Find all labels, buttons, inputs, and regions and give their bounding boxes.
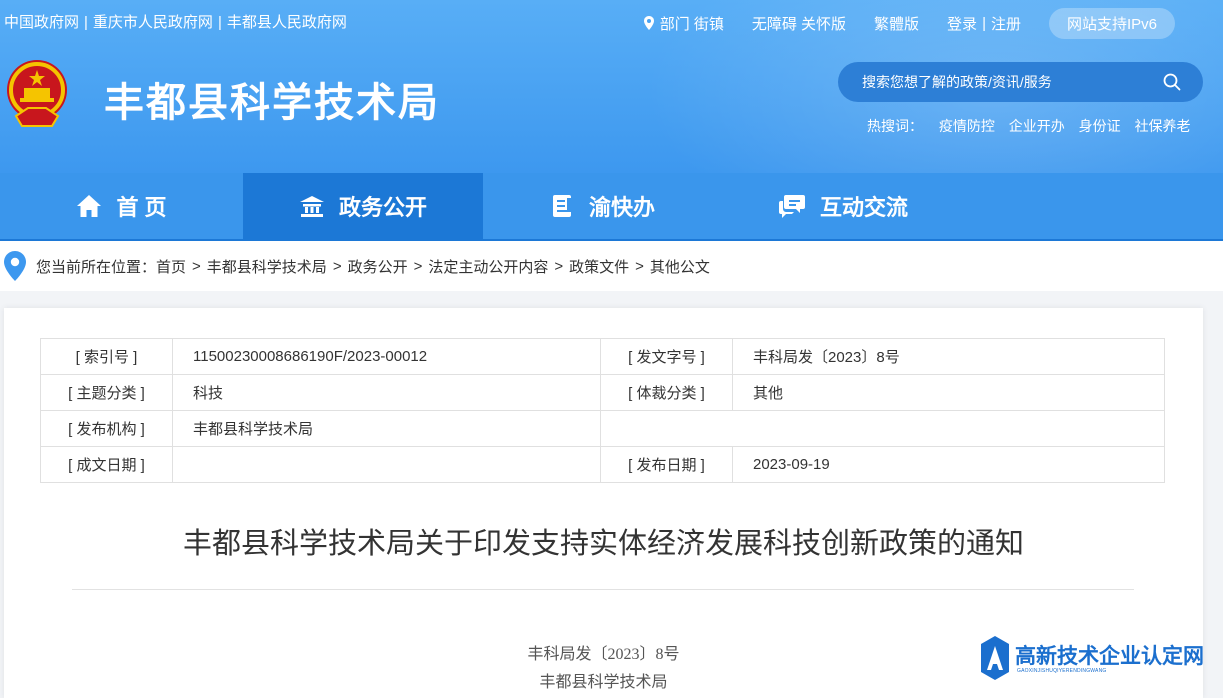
breadcrumb-item[interactable]: 政策文件 [569,256,629,277]
register-link[interactable]: 注册 [991,13,1021,34]
breadcrumb-item[interactable]: 首页 [156,256,186,277]
link-separator: | [84,14,88,31]
chat-icon [778,195,805,218]
breadcrumb-separator: > [554,257,564,275]
document-title: 丰都县科学技术局关于印发支持实体经济发展科技创新政策的通知 [182,526,1024,560]
genre-value: 其他 [732,374,1165,411]
link-separator: | [217,14,222,31]
table-row: [ 发布机构 ] 丰都县科学技术局 [40,410,1165,447]
ipv6-badge: 网站支持IPv6 [1048,7,1175,39]
breadcrumb-separator: > [413,257,423,275]
breadcrumb-separator: > [635,257,644,275]
empty-cell [600,410,1165,447]
publish-date-label: [ 发布日期 ] [600,446,733,483]
topic-label: [ 主题分类 ] [40,374,173,411]
table-row: [ 成文日期 ] [ 发布日期 ] 2023-09-19 [40,446,1165,483]
hot-search-label: 热搜词： [867,118,923,134]
created-date-value [172,446,601,483]
link-fengdu-gov[interactable]: 丰都县人民政府网 [227,14,347,31]
watermark: 高新技术企业认定网 GAOXINJISHUQIYERENDINGWANG [975,632,1223,683]
location-pin-icon [4,251,26,281]
national-emblem-icon [7,60,67,127]
publish-date-value: 2023-09-19 [732,446,1165,483]
genre-label: [ 体裁分类 ] [600,374,733,411]
nav-home-label: 首 页 [116,195,167,220]
site-title: 丰都县科学技术局 [104,80,440,126]
nav-yukuaiban[interactable]: 渝快办 [483,173,723,239]
link-gov-cn[interactable]: 中国政府网 [4,14,79,31]
document-metadata-table: [ 索引号 ] 11500230008686190F/2023-00012 [ … [40,338,1165,483]
hot-search-item[interactable]: 社保养老 [1135,118,1191,134]
nav-yukuaiban-label: 渝快办 [588,195,655,220]
table-row: [ 索引号 ] 11500230008686190F/2023-00012 [ … [40,338,1165,375]
dept-street-label: 部门 街镇 [659,15,724,33]
hot-search-item[interactable]: 企业开办 [1009,118,1065,134]
publisher-label: [ 发布机构 ] [40,410,173,447]
nav-interaction[interactable]: 互动交流 [723,173,963,239]
traditional-chinese-link[interactable]: 繁體版 [874,13,919,34]
link-chongqing-gov[interactable]: 重庆市人民政府网 [93,14,213,31]
accessible-link[interactable]: 无障碍 关怀版 [752,13,846,34]
title-divider [72,589,1134,590]
docno-value: 丰科局发〔2023〕8号 [732,338,1165,375]
created-date-label: [ 成文日期 ] [40,446,173,483]
main-nav: 首 页 政务公开 渝快办 互动交流 [0,173,1223,239]
watermark-text: 高新技术企业认定网 [1015,644,1204,668]
watermark-subtext: GAOXINJISHUQIYERENDINGWANG [1017,668,1107,674]
login-register: 登录 | 注册 [947,13,1021,34]
breadcrumb-prefix: 您当前所在位置： [36,258,157,276]
docno-label: [ 发文字号 ] [600,338,733,375]
nav-gov-affairs[interactable]: 政务公开 [243,173,483,239]
document-icon [552,195,573,217]
breadcrumb-separator: > [192,257,201,275]
topic-value: 科技 [172,374,601,411]
breadcrumb: 您当前所在位置： 首页 > 丰都县科学技术局 > 政务公开 > 法定主动公开内容… [0,241,1223,291]
search-box [838,62,1203,102]
home-icon [77,195,102,217]
search-input[interactable] [860,73,1163,91]
dept-street-link[interactable]: 部门 街镇 [643,13,724,34]
watermark-logo-icon [981,636,1009,680]
top-right-links: 部门 街镇 无障碍 关怀版 繁體版 登录 | 注册 网站支持IPv6 [616,7,1223,39]
top-links: 中国政府网 | 重庆市人民政府网 | 丰都县人民政府网 [4,11,347,32]
breadcrumb-item[interactable]: 丰都县科学技术局 [207,256,327,277]
login-link[interactable]: 登录 [947,13,977,34]
breadcrumb-item[interactable]: 其他公文 [650,256,710,277]
building-icon [299,196,324,217]
nav-home[interactable]: 首 页 [0,173,243,239]
table-row: [ 主题分类 ] 科技 [ 体裁分类 ] 其他 [40,374,1165,411]
hot-search: 热搜词： 疫情防控 企业开办 身份证 社保养老 [867,116,1201,136]
breadcrumb-item[interactable]: 政务公开 [348,256,408,277]
nav-gov-affairs-label: 政务公开 [338,195,427,220]
login-separator: | [982,14,986,32]
index-value: 11500230008686190F/2023-00012 [172,338,601,375]
location-pin-icon [643,16,654,30]
breadcrumb-item[interactable]: 法定主动公开内容 [428,256,548,277]
breadcrumb-separator: > [332,257,342,275]
hot-search-item[interactable]: 疫情防控 [939,118,995,134]
search-icon[interactable] [1163,73,1181,91]
nav-interaction-label: 互动交流 [819,195,908,220]
publisher-value: 丰都县科学技术局 [172,410,601,447]
index-label: [ 索引号 ] [40,338,173,375]
hot-search-item[interactable]: 身份证 [1079,118,1121,134]
